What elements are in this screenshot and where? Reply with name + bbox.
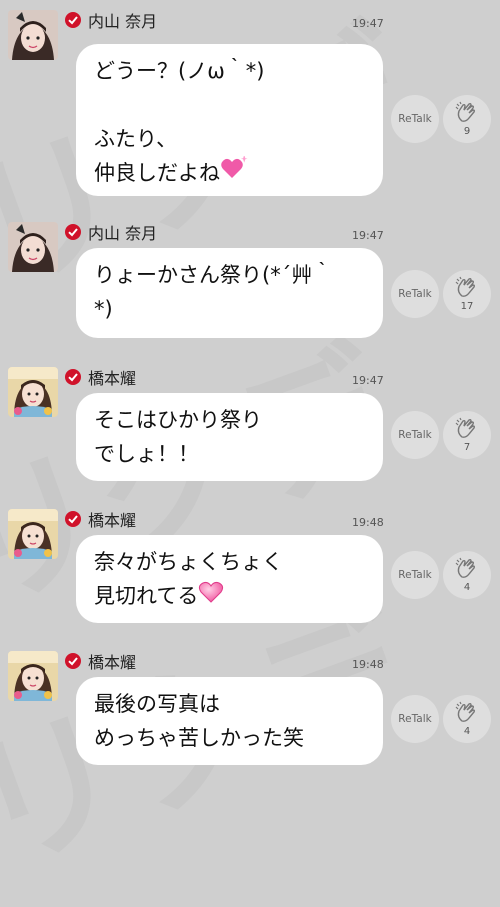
clapping-hands-icon [455,276,476,297]
verified-check-icon [65,12,81,28]
verified-check-icon [65,511,81,527]
message-text: そこはひかり祭り でしょ！！ [94,408,262,466]
clap-button[interactable]: 9 [443,95,491,143]
sender-name[interactable]: 橋本耀 [88,507,136,531]
timestamp: 19:48 [352,516,384,529]
avatar[interactable] [8,651,58,701]
message-bubble[interactable]: どうー？(ノω｀*) ふたり、 仲良しだよね [76,44,383,196]
clapping-hands-icon [455,417,476,438]
clap-button[interactable]: 7 [443,411,491,459]
clap-button[interactable]: 4 [443,551,491,599]
message-bubble[interactable]: 奈々がちょくちょく 見切れてる [76,535,383,623]
timestamp: 19:48 [352,658,384,671]
avatar[interactable] [8,10,58,60]
clap-button[interactable]: 4 [443,695,491,743]
pink-heart-icon [198,579,224,613]
avatar[interactable] [8,222,58,272]
verified-check-icon [65,653,81,669]
talk-message: 内山 奈月 19:47 りょーかさん祭り(*´艸｀ *) ReTalk 17 [0,212,500,357]
clap-button[interactable]: 17 [443,270,491,318]
message-bubble[interactable]: りょーかさん祭り(*´艸｀ *) [76,248,383,338]
clapping-hands-icon [455,701,476,722]
talk-message: 内山 奈月 19:47 どうー？(ノω｀*) ふたり、 仲良しだよね ReTal… [0,0,500,212]
talk-message: 橋本耀 19:48 最後の写真は めっちゃ苦しかった笑 ReTalk 4 [0,641,500,786]
retalk-button[interactable]: ReTalk [391,95,439,143]
timestamp: 19:47 [352,229,384,242]
clapping-hands-icon [455,101,476,122]
clap-count: 9 [463,126,471,137]
sender-name[interactable]: 橋本耀 [88,365,136,389]
verified-check-icon [65,224,81,240]
message-text: 最後の写真は めっちゃ苦しかった笑 [94,692,304,750]
clap-count: 4 [463,726,471,737]
message-bubble[interactable]: 最後の写真は めっちゃ苦しかった笑 [76,677,383,765]
clap-count: 4 [463,582,471,593]
retalk-button[interactable]: ReTalk [391,411,439,459]
sender-name[interactable]: 内山 奈月 [88,220,157,244]
avatar[interactable] [8,367,58,417]
retalk-button[interactable]: ReTalk [391,695,439,743]
message-bubble[interactable]: そこはひかり祭り でしょ！！ [76,393,383,481]
message-text: りょーかさん祭り(*´艸｀ *) [94,263,334,321]
talk-message: 橋本耀 19:48 奈々がちょくちょく 見切れてる ReTalk 4 [0,499,500,641]
verified-check-icon [65,369,81,385]
timestamp: 19:47 [352,374,384,387]
clap-count: 17 [460,301,474,312]
sender-name[interactable]: 内山 奈月 [88,8,157,32]
sparkling-heart-icon [220,154,248,190]
retalk-button[interactable]: ReTalk [391,551,439,599]
timestamp: 19:47 [352,17,384,30]
avatar[interactable] [8,509,58,559]
retalk-button[interactable]: ReTalk [391,270,439,318]
clap-count: 7 [463,442,471,453]
talk-message: 橋本耀 19:47 そこはひかり祭り でしょ！！ ReTalk 7 [0,357,500,499]
clapping-hands-icon [455,557,476,578]
sender-name[interactable]: 橋本耀 [88,649,136,673]
message-text: 奈々がちょくちょく 見切れてる [94,550,283,608]
